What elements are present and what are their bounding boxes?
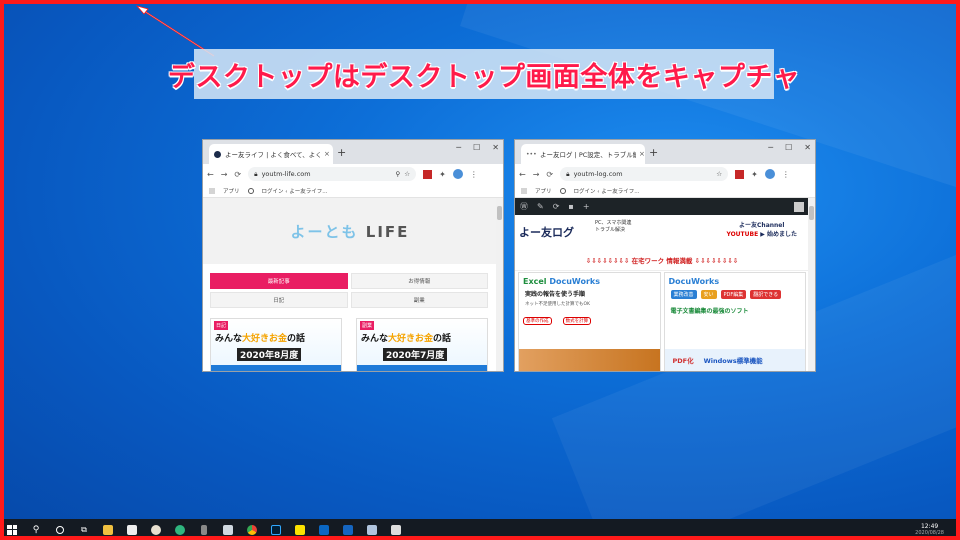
windows-logo-icon: [7, 524, 17, 535]
taskbar: ⚲ ⧉ 12:49 2020/08/28: [0, 519, 960, 540]
docuworks-icon[interactable]: [336, 519, 360, 540]
cortana-icon[interactable]: [48, 519, 72, 540]
edge-icon[interactable]: [168, 519, 192, 540]
chrome-icon[interactable]: [240, 519, 264, 540]
callout-text: デスクトップはデスクトップ画面全体をキャプチャ: [167, 61, 801, 93]
search-icon[interactable]: ⚲: [24, 519, 48, 540]
store-icon[interactable]: [120, 519, 144, 540]
outlook-icon[interactable]: [312, 519, 336, 540]
snipping-tool-icon[interactable]: [384, 519, 408, 540]
annotation-callout: デスクトップはデスクトップ画面全体をキャプチャ: [168, 49, 800, 99]
system-clock[interactable]: 12:49 2020/08/28: [915, 523, 944, 537]
usb-icon[interactable]: [192, 519, 216, 540]
photoshop-icon[interactable]: [264, 519, 288, 540]
start-button[interactable]: [0, 519, 24, 540]
sticky-notes-icon[interactable]: [288, 519, 312, 540]
notepad-icon[interactable]: [360, 519, 384, 540]
paint-icon[interactable]: [144, 519, 168, 540]
photos-icon[interactable]: [216, 519, 240, 540]
task-view-icon[interactable]: ⧉: [72, 519, 96, 540]
file-explorer-icon[interactable]: [96, 519, 120, 540]
